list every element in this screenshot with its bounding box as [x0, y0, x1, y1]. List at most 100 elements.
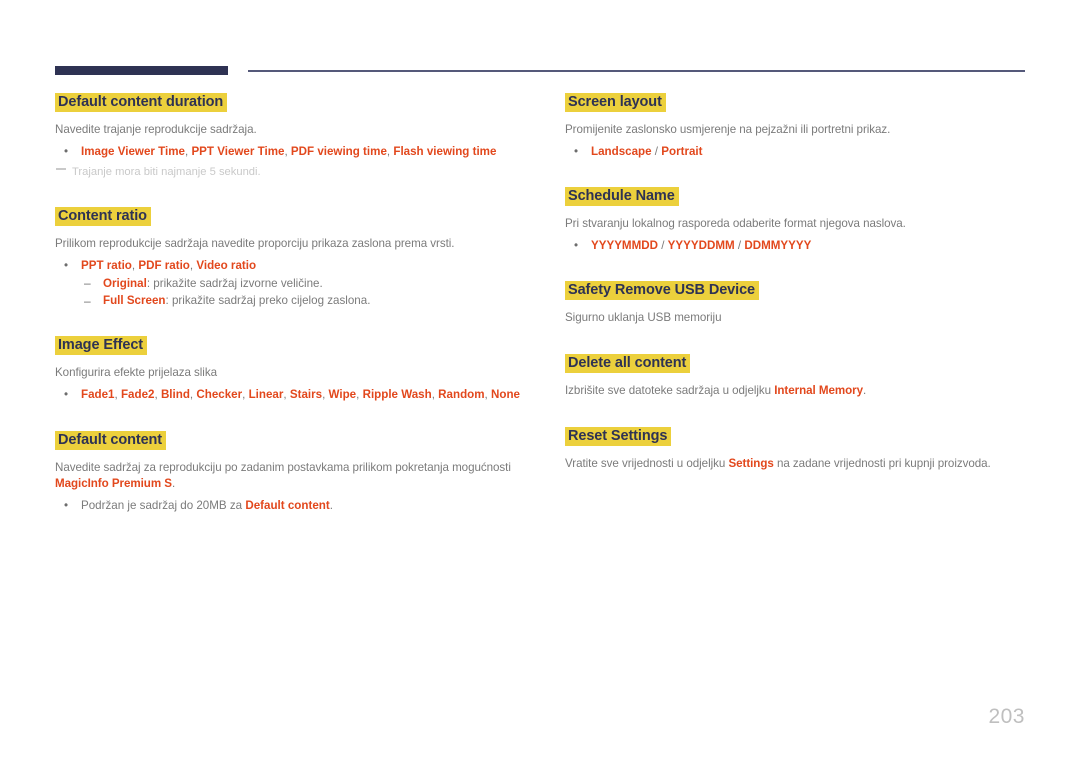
bullet-dot-icon: •	[64, 144, 69, 158]
header-rule-thick	[55, 66, 228, 75]
bullet-dot-icon: •	[574, 144, 579, 158]
bullet-term: PPT Viewer Time	[191, 144, 285, 158]
bullet-term: None	[491, 388, 520, 402]
sub-bullet-rest: : prikažite sadržaj izvorne veličine.	[146, 276, 323, 290]
sub-list-item: – Original: prikažite sadržaj izvorne ve…	[81, 275, 525, 292]
section-body: Promijenite zaslonsko usmjerenje na pejz…	[565, 123, 891, 137]
section-heading: Safety Remove USB Device	[565, 281, 759, 301]
bullet-text-post: .	[329, 499, 333, 513]
section-body: Navedite sadržaj za reprodukciju po zada…	[55, 460, 525, 494]
section-heading: Default content	[55, 430, 167, 450]
list-item: • YYYYMMDD / YYYYDDMM / DDMMYYYY	[565, 237, 1035, 254]
section-heading: Screen layout	[565, 93, 666, 112]
section-heading-wrap: Default content duration	[55, 92, 525, 113]
section-delete-all-content: Delete all content Izbrišite sve datotek…	[565, 353, 1035, 400]
section-body: Konfigurira efekte prijelaza slika	[55, 366, 217, 380]
bullet-term: PDF ratio	[138, 259, 190, 273]
bullet-term: Fade1	[81, 388, 115, 402]
bullet-term: Portrait	[661, 144, 703, 158]
section-heading-wrap: Schedule Name	[565, 186, 1035, 207]
section-screen-layout: Screen layout Promijenite zaslonsko usmj…	[565, 92, 1035, 160]
sub-bullet-rest: : prikažite sadržaj preko cijelog zaslon…	[165, 294, 371, 308]
section-heading: Image Effect	[55, 336, 148, 356]
section-heading: Schedule Name	[565, 187, 679, 207]
bullet-dot-icon: •	[574, 239, 579, 253]
bullet-list: • YYYYMMDD / YYYYDDMM / DDMMYYYY	[565, 237, 1035, 254]
bullet-text-emphasis: Default content	[245, 499, 330, 513]
sub-bullet-term: Original	[103, 276, 147, 290]
section-heading-wrap: Delete all content	[565, 353, 1035, 374]
section-schedule-name: Schedule Name Pri stvaranju lokalnog ras…	[565, 186, 1035, 254]
page-header-rules	[0, 0, 1080, 90]
slash-sep: /	[651, 144, 662, 158]
section-default-content: Default content Navedite sadržaj za repr…	[55, 430, 525, 515]
section-body: Sigurno uklanja USB memoriju	[565, 311, 722, 325]
section-heading: Content ratio	[55, 207, 151, 227]
bullet-list: • Fade1, Fade2, Blind, Checker, Linear, …	[55, 386, 525, 403]
body-text-post: na zadane vrijednosti pri kupnji proizvo…	[773, 457, 991, 471]
bullet-term: Landscape	[591, 144, 652, 158]
bullet-dot-icon: •	[64, 499, 69, 513]
note-dash-icon	[56, 168, 66, 171]
section-heading-wrap: Reset Settings	[565, 426, 1035, 447]
bullet-term: Video ratio	[196, 259, 257, 273]
section-content-ratio: Content ratio Prilikom reprodukcije sadr…	[55, 206, 525, 309]
slash-sep: /	[734, 239, 745, 253]
list-item: • PPT ratio, PDF ratio, Video ratio – Or…	[55, 257, 525, 309]
slash-sep: /	[658, 239, 668, 253]
list-item: • Image Viewer Time, PPT Viewer Time, PD…	[55, 143, 525, 160]
section-body: Prilikom reprodukcije sadržaja navedite …	[55, 237, 455, 251]
bullet-dot-icon: •	[64, 259, 69, 273]
section-heading-wrap: Image Effect	[55, 335, 525, 356]
bullet-term: PDF viewing time	[290, 144, 387, 158]
bullet-term: Linear	[248, 388, 284, 402]
body-text-emphasis: Settings	[728, 457, 774, 471]
bullet-term: Flash viewing time	[393, 144, 497, 158]
section-body: Izbrišite sve datoteke sadržaja u odjelj…	[565, 383, 1035, 400]
section-image-effect: Image Effect Konfigurira efekte prijelaz…	[55, 335, 525, 403]
page-number: 203	[988, 705, 1025, 728]
bullet-term: DDMMYYYY	[744, 239, 812, 253]
bullet-term: PPT ratio	[81, 259, 132, 273]
sub-bullet-list: – Original: prikažite sadržaj izvorne ve…	[81, 275, 525, 310]
bullet-list: • Image Viewer Time, PPT Viewer Time, PD…	[55, 143, 525, 160]
sub-bullet-dash-icon: –	[84, 293, 91, 308]
bullet-term: Blind	[160, 388, 190, 402]
list-item: • Landscape / Portrait	[565, 143, 1035, 160]
list-item: • Fade1, Fade2, Blind, Checker, Linear, …	[55, 386, 525, 403]
bullet-dot-icon: •	[64, 388, 69, 402]
sub-list-item: – Full Screen: prikažite sadržaj preko c…	[81, 292, 525, 309]
bullet-term: YYYYMMDD	[591, 239, 658, 253]
header-rule-thin	[248, 70, 1025, 72]
bullet-term: Stairs	[289, 388, 323, 402]
bullet-text-pre: Podržan je sadržaj do 20MB za	[81, 499, 246, 513]
section-heading: Reset Settings	[565, 427, 672, 447]
section-heading-wrap: Screen layout	[565, 92, 1035, 113]
sub-bullet-dash-icon: –	[84, 276, 91, 291]
right-column: Screen layout Promijenite zaslonsko usmj…	[565, 92, 1035, 479]
bullet-list: • Podržan je sadržaj do 20MB za Default …	[55, 497, 525, 514]
body-text-emphasis: Internal Memory	[774, 384, 864, 398]
section-heading-wrap: Safety Remove USB Device	[565, 280, 1035, 301]
section-heading-wrap: Default content	[55, 430, 525, 451]
bullet-term: Random	[438, 388, 485, 402]
bullet-term: Fade2	[120, 388, 155, 402]
section-body: Navedite trajanje reprodukcije sadržaja.	[55, 123, 257, 137]
section-heading-wrap: Content ratio	[55, 206, 525, 227]
section-default-content-duration: Default content duration Navedite trajan…	[55, 92, 525, 180]
body-text-post: .	[863, 384, 867, 398]
body-text-pre: Navedite sadržaj za reprodukciju po zada…	[55, 460, 511, 474]
section-safety-remove-usb-device: Safety Remove USB Device Sigurno uklanja…	[565, 280, 1035, 327]
sub-bullet-term: Full Screen	[103, 294, 166, 308]
section-body: Vratite sve vrijednosti u odjeljku Setti…	[565, 456, 1035, 473]
section-reset-settings: Reset Settings Vratite sve vrijednosti u…	[565, 426, 1035, 473]
body-text-pre: Izbrišite sve datoteke sadržaja u odjelj…	[565, 384, 775, 398]
list-item: • Podržan je sadržaj do 20MB za Default …	[55, 497, 525, 514]
bullet-term: YYYYDDMM	[667, 239, 735, 253]
section-heading: Default content duration	[55, 93, 228, 112]
bullet-term: Ripple Wash	[362, 388, 432, 402]
bullet-term: Checker	[196, 388, 243, 402]
left-column: Default content duration Navedite trajan…	[55, 92, 525, 519]
bullet-term: Wipe	[328, 388, 357, 402]
bullet-list: • Landscape / Portrait	[565, 143, 1035, 160]
